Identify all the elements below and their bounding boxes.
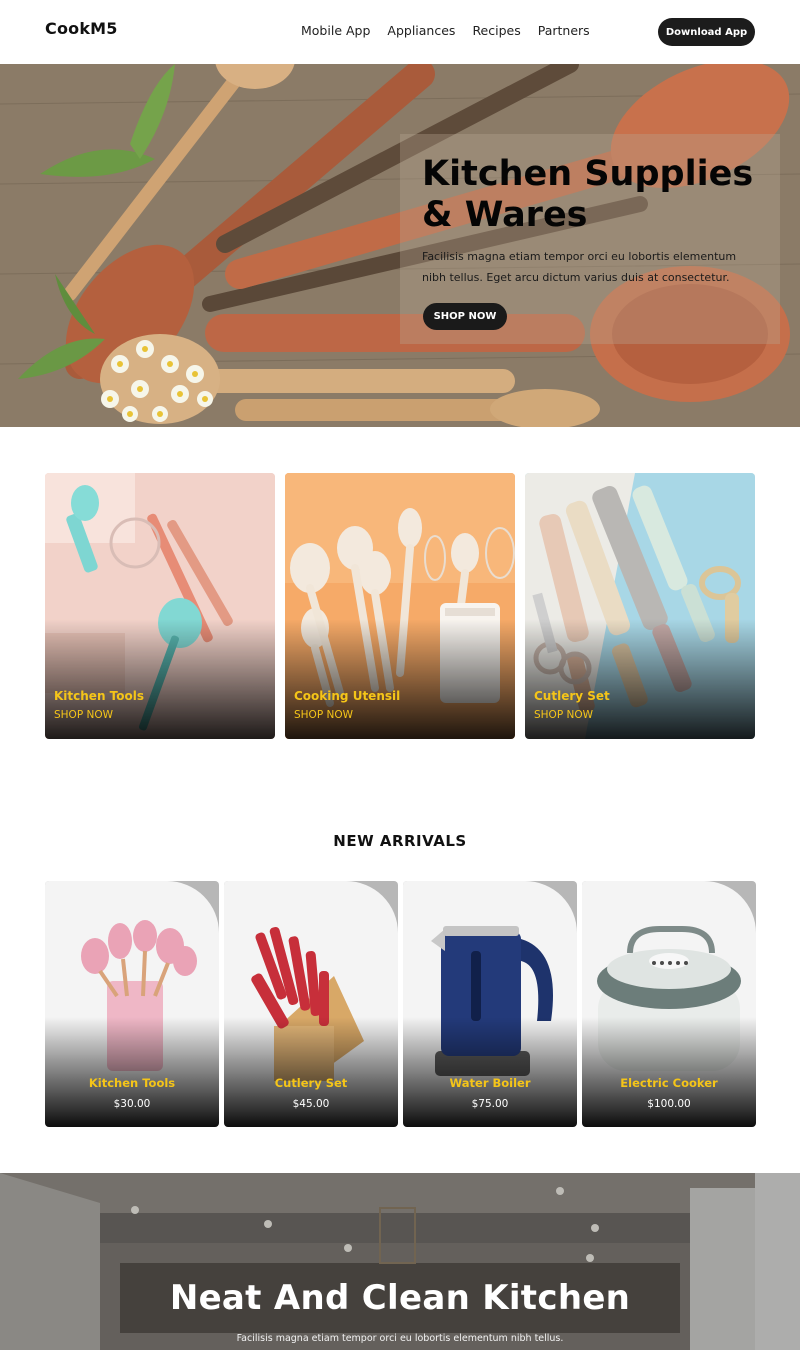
new-arrivals-heading: NEW ARRIVALS: [333, 832, 467, 850]
hero-description: Facilisis magna etiam tempor orci eu lob…: [422, 250, 737, 284]
product-card-cutlery-set[interactable]: Cutlery Set $45.00: [224, 881, 398, 1127]
product-price: $100.00: [647, 1098, 691, 1110]
hero-title: Kitchen Supplies & Wares: [422, 154, 754, 235]
product-card-kitchen-tools[interactable]: Kitchen Tools $30.00: [45, 881, 219, 1127]
category-card-kitchen-tools[interactable]: Kitchen Tools SHOP NOW: [45, 473, 275, 739]
product-price: $45.00: [292, 1098, 330, 1110]
product-name: Cutlery Set: [274, 1076, 348, 1090]
category-title: Kitchen Tools: [54, 689, 144, 703]
banner-title: Neat And Clean Kitchen: [169, 1278, 631, 1318]
hero-banner: Kitchen Supplies & Wares Facilisis magna…: [0, 64, 800, 427]
nav-partners[interactable]: Partners: [538, 23, 590, 38]
product-name: Kitchen Tools: [88, 1076, 176, 1090]
category-card-cooking-utensil[interactable]: Cooking Utensil SHOP NOW: [285, 473, 515, 739]
kitchen-interior-image: [0, 1173, 800, 1350]
brand-logo[interactable]: CookM5: [45, 19, 118, 38]
main-nav: Mobile App Appliances Recipes Partners: [301, 23, 607, 38]
category-card-cutlery-set[interactable]: Cutlery Set SHOP NOW: [525, 473, 755, 739]
category-shop-now-link[interactable]: SHOP NOW: [534, 709, 593, 721]
product-card-electric-cooker[interactable]: Electric Cooker $100.00: [582, 881, 756, 1127]
product-name: Water Boiler: [449, 1076, 531, 1090]
hero-shop-now-button[interactable]: SHOP NOW: [423, 303, 507, 330]
nav-mobile-app[interactable]: Mobile App: [301, 23, 370, 38]
product-card-water-boiler[interactable]: Water Boiler $75.00: [403, 881, 577, 1127]
kitchen-banner: [0, 1173, 800, 1350]
product-name: Electric Cooker: [620, 1076, 718, 1090]
product-price: $75.00: [471, 1098, 509, 1110]
category-title: Cooking Utensil: [294, 689, 401, 703]
product-price: $30.00: [113, 1098, 151, 1110]
download-app-button[interactable]: Download App: [658, 18, 755, 46]
nav-recipes[interactable]: Recipes: [472, 23, 520, 38]
site-header: CookM5 Mobile App Appliances Recipes Par…: [0, 0, 800, 64]
nav-appliances[interactable]: Appliances: [387, 23, 455, 38]
banner-description: Facilisis magna etiam tempor orci eu lob…: [236, 1333, 564, 1344]
category-title: Cutlery Set: [534, 689, 610, 703]
category-shop-now-link[interactable]: SHOP NOW: [294, 709, 353, 721]
category-shop-now-link[interactable]: SHOP NOW: [54, 709, 113, 721]
